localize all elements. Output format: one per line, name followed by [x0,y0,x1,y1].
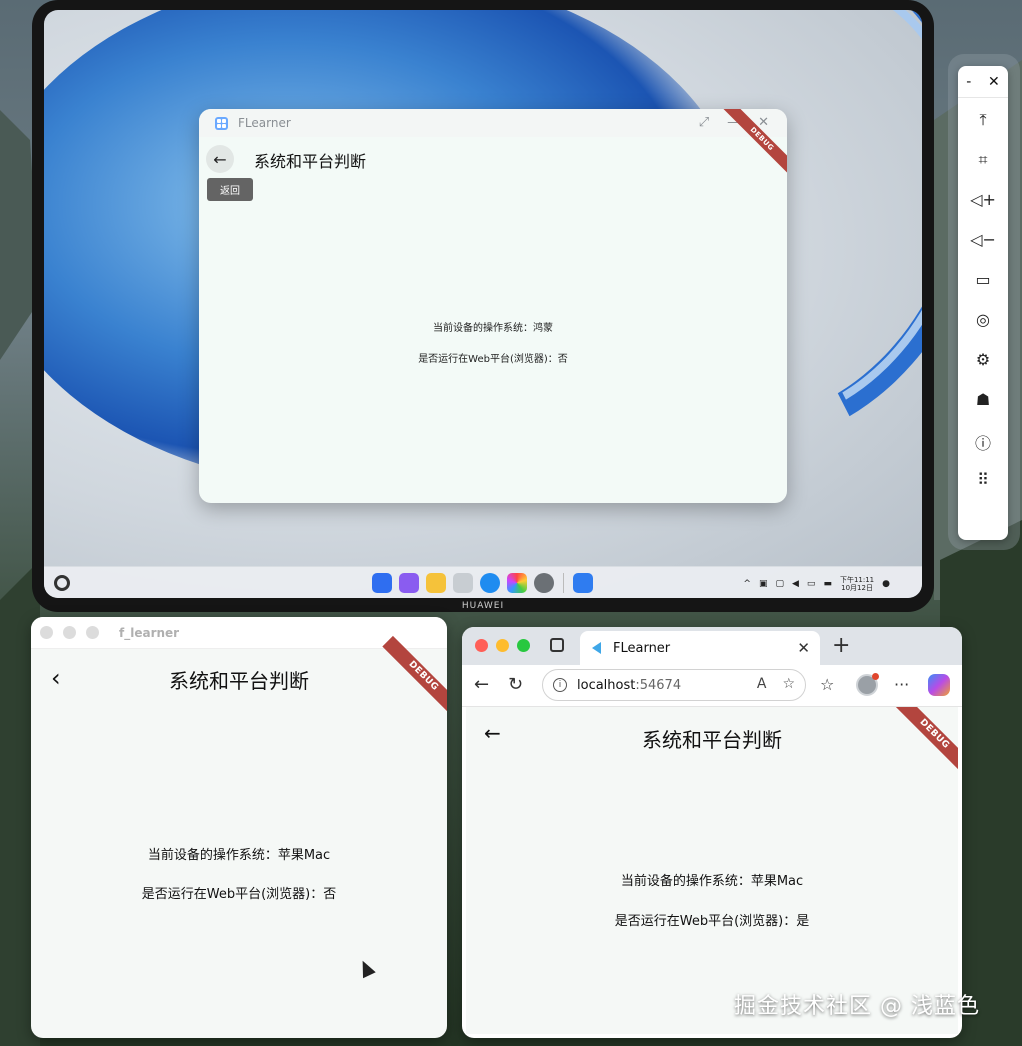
app-titlebar[interactable]: FLearner ⤢ — ✕ [199,109,787,137]
bug-icon[interactable]: ☗ [958,390,1008,409]
dock-separator [563,573,564,593]
back-tooltip: 返回 [207,178,253,201]
app-center-icon[interactable] [372,573,392,593]
web-platform-text: 是否运行在Web平台(浏览器)：是 [614,914,810,929]
close-tab-icon[interactable]: ✕ [797,639,810,657]
web-platform-text: 是否运行在Web平台(浏览器)：否 [141,887,337,902]
web-platform-text: 是否运行在Web平台(浏览器)：否 [418,354,568,365]
zoom-light-button[interactable] [517,639,530,652]
minimize-panel-button[interactable]: - [966,74,971,90]
browser-window[interactable]: FLearner ✕ + ← ↻ i localhost:54674 A ☆ ☆… [462,627,962,1038]
info-icon[interactable]: ⓘ [958,430,1008,454]
settings-icon[interactable]: ⚙ [958,350,1008,369]
speaker-icon[interactable]: ◀ [792,579,799,589]
tab-actions-icon[interactable] [550,638,564,652]
favorite-star-icon[interactable]: ☆ [782,676,795,692]
address-bar[interactable]: i localhost:54674 A ☆ [542,669,806,701]
harmony-app-window[interactable]: FLearner ⤢ — ✕ DEBUG ← 系统和平台判断 返回 当前设备的操… [199,109,787,503]
clock-date: 10月12日 [841,584,873,592]
clock[interactable]: 下午11:11 10月12日 [840,576,874,592]
back-arrow-icon[interactable]: ← [474,674,489,695]
dock [372,573,593,593]
close-light-button[interactable] [475,639,488,652]
app-title: FLearner [238,116,291,130]
label-icon[interactable]: ▭ [958,270,1008,289]
web-content: DEBUG ← 系统和平台判断 当前设备的操作系统：苹果Mac 是否运行在Web… [466,707,958,1034]
volume-up-icon[interactable]: ◁+ [958,190,1008,209]
crop-icon[interactable]: ⌗ [958,150,1008,170]
side-panel-header: - ✕ [958,66,1008,98]
page-title: 系统和平台判断 [642,728,782,752]
tablet-emulator-frame: FLearner ⤢ — ✕ DEBUG ← 系统和平台判断 返回 当前设备的操… [32,0,934,612]
back-button[interactable]: ← [206,145,234,173]
macos-app-window[interactable]: f_learner DEBUG ‹ 系统和平台判断 当前设备的操作系统：苹果Ma… [31,617,447,1038]
notification-dot [872,673,879,680]
address-actions: A ☆ [757,676,795,692]
watermark: 掘金技术社区 @ 浅蓝色 [734,994,980,1019]
zoom-light-button[interactable] [86,626,99,639]
photos-icon[interactable] [507,573,527,593]
globe-icon[interactable]: ◎ [958,310,1008,329]
files-icon[interactable] [426,573,446,593]
minimize-light-button[interactable] [496,639,509,652]
os-info-text: 当前设备的操作系统：鸿蒙 [433,323,553,334]
tab-title: FLearner [613,640,671,656]
display-icon[interactable]: ▭ [807,579,816,589]
maximize-button[interactable]: ⤢ [699,115,709,130]
arrow-left-icon: ← [213,149,227,169]
address-host: localhost [577,677,636,693]
close-light-button[interactable] [40,626,53,639]
site-info-icon[interactable]: i [553,678,567,692]
favorites-icon[interactable]: ☆ [820,675,834,694]
new-tab-icon[interactable]: + [832,633,850,658]
read-aloud-icon[interactable]: A [757,676,767,692]
taskbar: ^ ▣ ▢ ◀ ▭ ▬ 下午11:11 10月12日 ● [44,566,922,598]
start-circle-icon[interactable] [54,575,70,591]
gallery-icon[interactable] [399,573,419,593]
browser-toolbar: ← ↻ i localhost:54674 A ☆ ☆ ··· [462,665,962,707]
volume-down-icon[interactable]: ◁− [958,230,1008,249]
battery-mgr-icon[interactable]: ▣ [759,579,768,589]
tab-strip: FLearner ✕ + [462,627,962,665]
mac-window-title: f_learner [119,625,180,640]
page-title: 系统和平台判断 [254,152,367,171]
tablet-screen: FLearner ⤢ — ✕ DEBUG ← 系统和平台判断 返回 当前设备的操… [44,10,922,598]
settings-gear-icon[interactable] [534,573,554,593]
browser-icon[interactable] [480,573,500,593]
os-info-text: 当前设备的操作系统：苹果Mac [147,848,331,863]
device-brand: HUAWEI [461,601,505,611]
copilot-icon[interactable] [928,674,950,696]
flearner-app-icon[interactable] [573,573,593,593]
window-lights [475,639,530,652]
pin-top-icon[interactable]: ⤒ [958,110,1008,130]
minimize-light-button[interactable] [63,626,76,639]
reload-icon[interactable]: ↻ [508,674,523,695]
address-port: :54674 [635,677,682,693]
tab-flearner[interactable]: FLearner ✕ [580,631,820,665]
keyboard-icon[interactable]: ⠿ [958,470,1008,489]
cast-icon[interactable]: ▢ [775,579,784,589]
flutter-favicon-icon [592,642,601,654]
more-options-icon[interactable]: ··· [894,675,909,694]
chevron-up-icon[interactable]: ^ [743,579,751,589]
emulator-toolbar: - ✕ ⤒ ⌗ ◁+ ◁− ▭ ◎ ⚙ ☗ ⓘ ⠿ [958,66,1008,540]
close-panel-button[interactable]: ✕ [988,74,1000,90]
mouse-cursor-icon [356,957,376,979]
app-logo-icon [215,116,228,130]
os-info-text: 当前设备的操作系统：苹果Mac [620,874,804,889]
trash-icon[interactable] [453,573,473,593]
clock-time: 下午11:11 [839,576,875,584]
battery-icon: ▬ [823,579,832,589]
bell-icon[interactable]: ● [882,579,890,589]
page-title: 系统和平台判断 [169,669,309,693]
system-tray: ^ ▣ ▢ ◀ ▭ ▬ 下午11:11 10月12日 ● [743,576,890,592]
